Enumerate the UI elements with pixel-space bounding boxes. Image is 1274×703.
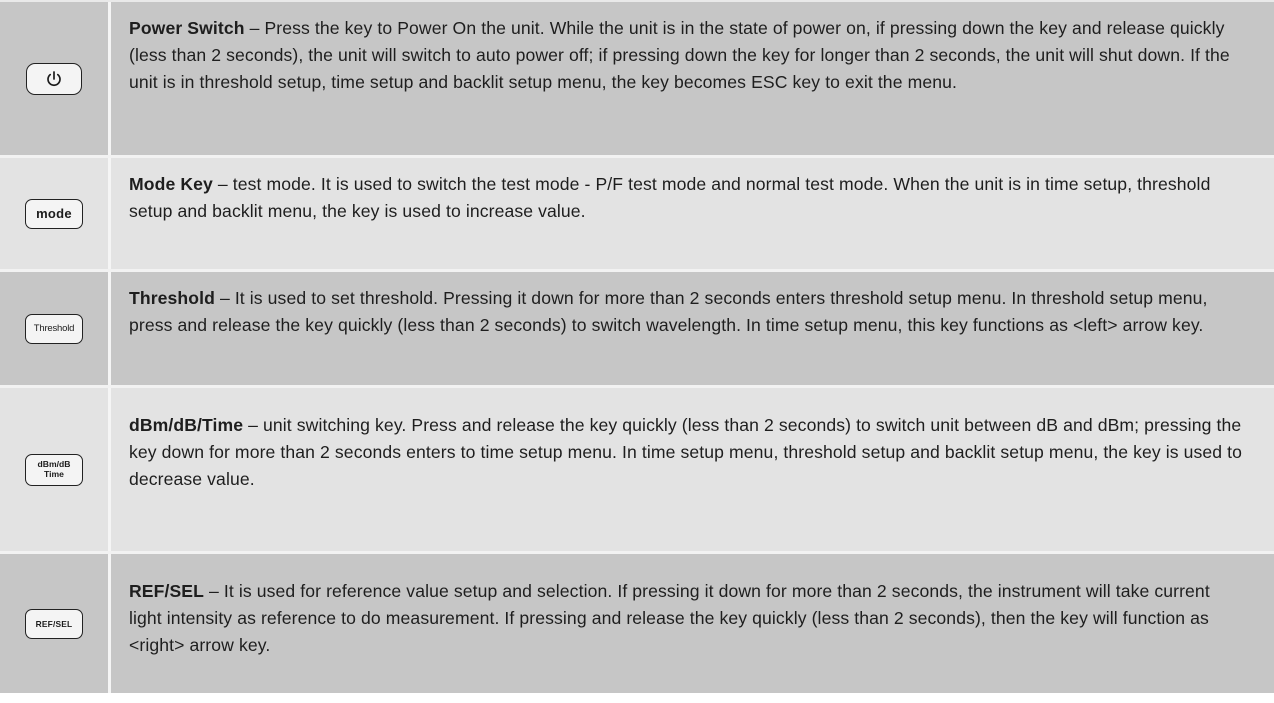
threshold-key: Threshold bbox=[25, 313, 83, 344]
description-cell: dBm/dB/Time – unit switching key. Press … bbox=[111, 388, 1274, 551]
table-row-power-switch: Power Switch – Press the key to Power On… bbox=[0, 2, 1274, 155]
power-icon bbox=[47, 70, 61, 86]
key-function-table: Power Switch – Press the key to Power On… bbox=[0, 0, 1274, 703]
table-row-mode-key: mode Mode Key – test mode. It is used to… bbox=[0, 155, 1274, 269]
description-cell: Power Switch – Press the key to Power On… bbox=[111, 2, 1274, 155]
key-icon-cell: dBm/dB Time bbox=[0, 388, 111, 551]
key-icon-cell bbox=[0, 2, 111, 155]
table-row-threshold: Threshold Threshold – It is used to set … bbox=[0, 269, 1274, 385]
key-description: – It is used for reference value setup a… bbox=[129, 581, 1210, 655]
key-description: – It is used to set threshold. Pressing … bbox=[129, 288, 1208, 335]
power-key bbox=[26, 62, 82, 95]
key-icon-cell: mode bbox=[0, 158, 111, 269]
dbm-db-time-key: dBm/dB Time bbox=[25, 453, 83, 486]
description-cell: Mode Key – test mode. It is used to swit… bbox=[111, 158, 1274, 269]
mode-key: mode bbox=[25, 198, 83, 229]
key-description: – test mode. It is used to switch the te… bbox=[129, 174, 1211, 221]
ref-sel-key: REF/SEL bbox=[25, 608, 83, 639]
description-cell: REF/SEL – It is used for reference value… bbox=[111, 554, 1274, 693]
table-row-ref-sel: REF/SEL REF/SEL – It is used for referen… bbox=[0, 551, 1274, 693]
key-title: REF/SEL bbox=[129, 581, 204, 601]
key-description: – Press the key to Power On the unit. Wh… bbox=[129, 18, 1230, 92]
key-title: dBm/dB/Time bbox=[129, 415, 244, 435]
key-title: Power Switch bbox=[129, 18, 245, 38]
key-description: – unit switching key. Press and release … bbox=[129, 415, 1243, 489]
key-title: Mode Key bbox=[129, 174, 213, 194]
key-icon-cell: REF/SEL bbox=[0, 554, 111, 693]
description-cell: Threshold – It is used to set threshold.… bbox=[111, 272, 1274, 385]
key-title: Threshold bbox=[129, 288, 215, 308]
table-row-dbm-db-time: dBm/dB Time dBm/dB/Time – unit switching… bbox=[0, 385, 1274, 551]
key-icon-cell: Threshold bbox=[0, 272, 111, 385]
